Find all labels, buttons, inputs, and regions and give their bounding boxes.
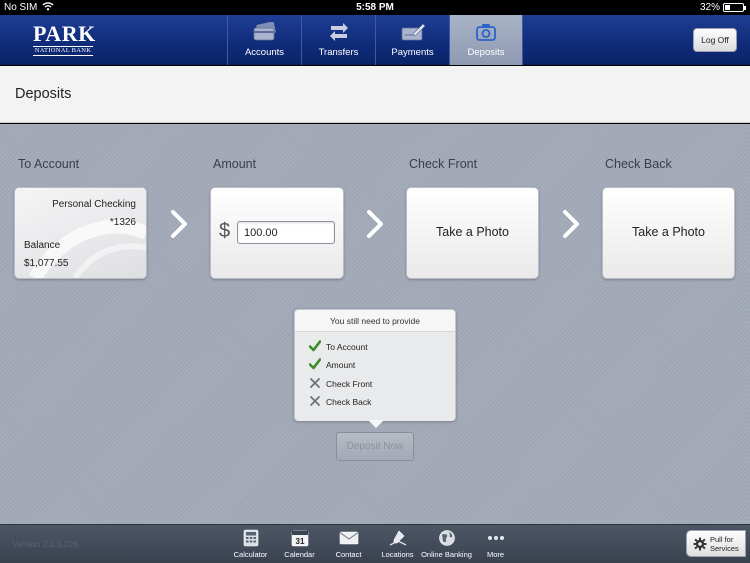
- battery-fill: [725, 5, 730, 10]
- toolbar-more[interactable]: More: [471, 525, 520, 563]
- toolbar-calendar[interactable]: 31 Calendar: [275, 525, 324, 563]
- camera-icon: [450, 21, 522, 43]
- toolbar-calculator[interactable]: Calculator: [226, 525, 275, 563]
- requirement-item: To Account: [295, 338, 455, 356]
- requirement-item: Amount: [295, 356, 455, 374]
- nav-header: PARK NATIONAL BANK Accounts Transfers Pa…: [0, 15, 750, 65]
- tab-payments[interactable]: Payments: [375, 15, 449, 65]
- page-title: Deposits: [15, 86, 72, 102]
- account-name: Personal Checking: [52, 199, 136, 210]
- tab-label: Deposits: [467, 47, 505, 58]
- requirement-item: Check Front: [295, 375, 455, 393]
- take-photo-label: Take a Photo: [436, 225, 509, 239]
- cards-icon: [228, 21, 301, 43]
- requirements-list: To Account Amount Check Front Check Back: [295, 332, 455, 421]
- check-back-label: Check Back: [605, 157, 672, 171]
- globe-icon: [422, 529, 471, 547]
- deposit-workflow: To Account Amount Check Front Check Back…: [0, 124, 750, 524]
- checkmark-icon: [308, 340, 322, 352]
- amount-input[interactable]: [237, 221, 335, 244]
- tab-accounts[interactable]: Accounts: [227, 15, 301, 65]
- amount-card: $: [210, 187, 344, 279]
- requirements-title: You still need to provide: [295, 310, 455, 332]
- toolbar-items: Calculator 31 Calendar Contact Locations…: [226, 525, 520, 563]
- tab-label: Accounts: [244, 47, 285, 58]
- gear-icon: [693, 537, 707, 551]
- calculator-icon: [226, 529, 275, 547]
- clock: 5:58 PM: [356, 2, 394, 13]
- pull-for-services-handle[interactable]: Pull for Services: [686, 530, 746, 557]
- to-account-label: To Account: [18, 157, 80, 171]
- pull-line-2: Services: [710, 544, 739, 553]
- tab-transfers[interactable]: Transfers: [301, 15, 375, 65]
- status-bar: No SIM 5:58 PM 32%: [0, 0, 750, 15]
- chevron-right-icon: [366, 210, 384, 238]
- bottom-toolbar: Version 2.0.0.226 Calculator 31 Calendar…: [0, 524, 750, 563]
- check-front-photo-button[interactable]: Take a Photo: [406, 187, 539, 279]
- requirement-item: Check Back: [295, 393, 455, 411]
- envelope-icon: [324, 529, 373, 547]
- checkbook-pen-icon: [376, 21, 449, 43]
- balance-label: Balance: [24, 240, 61, 251]
- battery-icon: [723, 3, 746, 12]
- logo-name: PARK: [33, 21, 96, 46]
- toolbar-online-banking[interactable]: Online Banking: [421, 525, 472, 563]
- toolbar-contact[interactable]: Contact: [324, 525, 373, 563]
- log-off-button[interactable]: Log Off: [693, 28, 737, 52]
- more-dots-icon: [471, 529, 520, 547]
- requirement-label: Check Front: [326, 378, 373, 389]
- logo-subtitle: NATIONAL BANK: [33, 46, 93, 56]
- transfer-arrows-icon: [302, 21, 375, 43]
- tab-deposits[interactable]: Deposits: [449, 15, 523, 65]
- app-version: Version 2.0.0.226: [12, 539, 79, 549]
- deposit-now-button[interactable]: Deposit Now: [336, 432, 414, 461]
- park-national-bank-logo: PARK NATIONAL BANK: [33, 21, 96, 56]
- check-back-photo-button[interactable]: Take a Photo: [602, 187, 735, 279]
- x-mark-icon: [309, 377, 321, 389]
- page-title-bar: Deposits: [0, 66, 750, 123]
- amount-label: Amount: [213, 157, 257, 171]
- requirement-label: Check Back: [326, 396, 372, 407]
- locations-icon: [373, 529, 422, 547]
- take-photo-label: Take a Photo: [632, 225, 705, 239]
- requirement-label: Amount: [326, 360, 356, 371]
- to-account-card[interactable]: Personal Checking *1326 Balance $1,077.5…: [14, 187, 147, 279]
- battery-percent: 32%: [699, 2, 720, 13]
- requirement-label: To Account: [326, 342, 368, 352]
- main-tabs: Accounts Transfers Payments Deposits: [227, 15, 523, 65]
- tab-label: Transfers: [318, 47, 359, 58]
- calendar-day: 31: [295, 537, 304, 546]
- currency-symbol: $: [219, 220, 231, 242]
- x-mark-icon: [309, 395, 321, 407]
- chevron-right-icon: [170, 210, 188, 238]
- chevron-right-icon: [562, 210, 580, 238]
- check-front-label: Check Front: [409, 157, 478, 171]
- calendar-icon: 31: [275, 529, 324, 547]
- toolbar-locations[interactable]: Locations: [373, 525, 422, 563]
- pull-for-services-label: Pull for Services: [710, 535, 739, 553]
- tab-label: Payments: [391, 47, 434, 58]
- checkmark-icon: [308, 358, 322, 370]
- pull-line-1: Pull for: [710, 535, 734, 544]
- account-number: *1326: [109, 217, 136, 228]
- toolbar-label: More: [486, 550, 505, 559]
- requirements-popover: You still need to provide To Account Amo…: [294, 309, 456, 428]
- balance-value: $1,077.55: [24, 258, 69, 269]
